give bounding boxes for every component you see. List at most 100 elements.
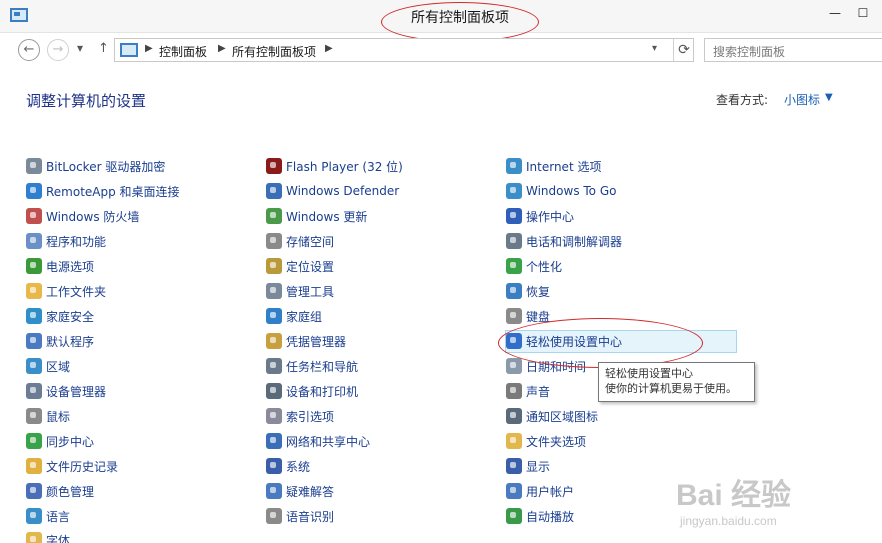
cp-item[interactable]: 区域 <box>26 356 70 376</box>
item-label: 日期和时间 <box>526 359 587 374</box>
cp-item[interactable]: 电源选项 <box>26 256 94 276</box>
cp-item[interactable]: 工作文件夹 <box>26 281 106 301</box>
item-label: 工作文件夹 <box>46 284 107 299</box>
watermark-url: jingyan.baidu.com <box>680 514 777 528</box>
recent-locations-dropdown[interactable]: ▾ <box>77 41 83 55</box>
family-safety-icon <box>26 308 42 324</box>
cp-item[interactable]: 同步中心 <box>26 431 94 451</box>
item-label: 凭据管理器 <box>286 334 347 349</box>
remoteapp-icon <box>26 183 42 199</box>
cp-item[interactable]: 操作中心 <box>506 206 574 226</box>
control-panel-app-icon[interactable] <box>10 8 28 22</box>
cp-item[interactable]: 家庭安全 <box>26 306 94 326</box>
speech-icon <box>266 508 282 524</box>
cp-item[interactable]: 通知区域图标 <box>506 406 598 426</box>
system-icon <box>266 458 282 474</box>
folder-options-icon <box>506 433 522 449</box>
cp-item[interactable]: 默认程序 <box>26 331 94 351</box>
cp-item[interactable]: Internet 选项 <box>506 156 601 176</box>
cp-item[interactable]: Windows 更新 <box>266 206 367 226</box>
cp-item[interactable]: Windows To Go <box>506 181 616 201</box>
item-label: Windows 防火墙 <box>46 209 140 224</box>
cp-item[interactable]: 恢复 <box>506 281 550 301</box>
up-button[interactable]: ↑ <box>98 41 109 56</box>
item-label: 疑难解答 <box>286 484 335 499</box>
cp-item[interactable]: Windows Defender <box>266 181 399 201</box>
cp-item[interactable]: 任务栏和导航 <box>266 356 358 376</box>
ease-of-access-icon <box>506 333 522 349</box>
cp-item[interactable]: 设备管理器 <box>26 381 106 401</box>
breadcrumb-separator[interactable]: ▶ <box>218 43 226 54</box>
item-label: 语言 <box>46 509 71 524</box>
cp-item[interactable]: 用户帐户 <box>506 481 574 501</box>
cp-item[interactable]: 家庭组 <box>266 306 322 326</box>
cp-item[interactable]: 颜色管理 <box>26 481 94 501</box>
cp-item[interactable]: 日期和时间 <box>506 356 586 376</box>
cp-item[interactable]: 显示 <box>506 456 550 476</box>
cp-item[interactable]: 存储空间 <box>266 231 334 251</box>
search-input[interactable]: 搜索控制面板 <box>704 38 882 62</box>
language-icon <box>26 508 42 524</box>
watermark-brand: Bai 经验 <box>676 479 792 512</box>
item-label: Windows 更新 <box>286 209 368 224</box>
item-label: 家庭安全 <box>46 309 95 324</box>
cp-item[interactable]: 语音识别 <box>266 506 334 526</box>
cp-item[interactable]: 文件历史记录 <box>26 456 118 476</box>
refresh-button[interactable]: ⟳ <box>673 39 694 61</box>
file-history-icon <box>26 458 42 474</box>
cp-item[interactable]: 个性化 <box>506 256 562 276</box>
cp-item[interactable]: 系统 <box>266 456 310 476</box>
cp-item[interactable]: Flash Player (32 位) <box>266 156 403 176</box>
forward-button[interactable]: → <box>47 39 69 61</box>
item-label: 个性化 <box>526 259 563 274</box>
cp-item[interactable]: 程序和功能 <box>26 231 106 251</box>
breadcrumb-all-items[interactable]: 所有控制面板项 <box>232 43 316 60</box>
cp-item[interactable]: 设备和打印机 <box>266 381 358 401</box>
cp-item[interactable]: Windows 防火墙 <box>26 206 139 226</box>
power-icon <box>26 258 42 274</box>
cp-item-ease-of-access[interactable]: 轻松使用设置中心 <box>506 331 622 351</box>
maximize-button[interactable]: ☐ <box>850 4 876 22</box>
cp-item[interactable]: 文件夹选项 <box>506 431 586 451</box>
chevron-down-icon[interactable]: ▼ <box>825 92 833 103</box>
breadcrumb-separator[interactable]: ▶ <box>145 43 153 54</box>
cp-item[interactable]: 鼠标 <box>26 406 70 426</box>
credential-icon <box>266 333 282 349</box>
cp-item[interactable]: 疑难解答 <box>266 481 334 501</box>
control-panel-icon <box>120 43 138 57</box>
view-by-dropdown[interactable]: 小图标 <box>784 91 820 108</box>
cp-item[interactable]: 定位设置 <box>266 256 334 276</box>
cp-item[interactable]: RemoteApp 和桌面连接 <box>26 181 180 201</box>
item-label: Windows Defender <box>286 184 400 198</box>
address-bar[interactable]: ▶ 控制面板 ▶ 所有控制面板项 ▶ ▾ ⟳ <box>114 38 694 62</box>
cp-item[interactable]: 自动播放 <box>506 506 574 526</box>
cp-item[interactable]: 电话和调制解调器 <box>506 231 622 251</box>
device-manager-icon <box>26 383 42 399</box>
cp-item[interactable]: 字体 <box>26 530 70 543</box>
item-label: 恢复 <box>526 284 551 299</box>
minimize-button[interactable]: — <box>822 4 848 22</box>
cp-item[interactable]: 网络和共享中心 <box>266 431 370 451</box>
breadcrumb-separator[interactable]: ▶ <box>325 43 333 54</box>
cp-item[interactable]: 凭据管理器 <box>266 331 346 351</box>
user-accounts-icon <box>506 483 522 499</box>
date-time-icon <box>506 358 522 374</box>
cp-item[interactable]: BitLocker 驱动器加密 <box>26 156 165 176</box>
page-title: 调整计算机的设置 <box>26 92 147 110</box>
cp-item[interactable]: 管理工具 <box>266 281 334 301</box>
item-label: 默认程序 <box>46 334 95 349</box>
back-button[interactable]: ← <box>18 39 40 61</box>
cp-item[interactable]: 键盘 <box>506 306 550 326</box>
cp-item[interactable]: 索引选项 <box>266 406 334 426</box>
network-icon <box>266 433 282 449</box>
item-label: 轻松使用设置中心 <box>526 334 623 349</box>
cp-item[interactable]: 语言 <box>26 506 70 526</box>
breadcrumb-control-panel[interactable]: 控制面板 <box>159 43 207 60</box>
navigation-bar: ← → ▾ ↑ ▶ 控制面板 ▶ 所有控制面板项 ▶ ▾ ⟳ 搜索控制面板 <box>0 33 882 66</box>
item-label: Windows To Go <box>526 184 617 198</box>
item-label: 显示 <box>526 459 551 474</box>
item-label: 文件夹选项 <box>526 434 587 449</box>
item-label: 定位设置 <box>286 259 335 274</box>
address-history-dropdown[interactable]: ▾ <box>652 43 657 54</box>
cp-item[interactable]: 声音 <box>506 381 550 401</box>
